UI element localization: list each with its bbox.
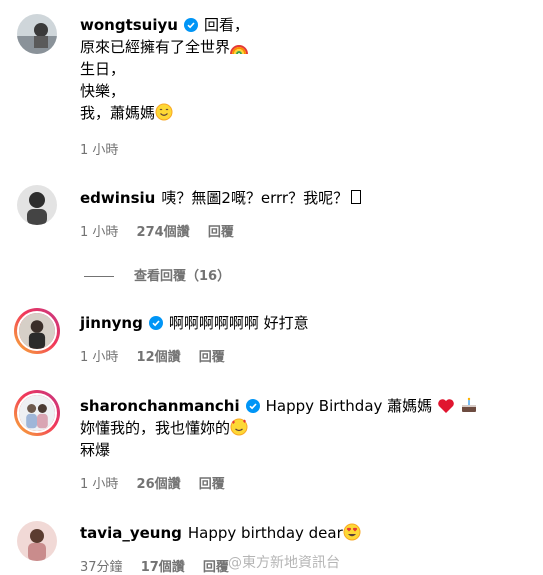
verified-badge-icon: [148, 316, 163, 330]
username[interactable]: edwinsiu: [80, 189, 155, 207]
avatar-image: [19, 395, 55, 431]
likes-count[interactable]: 26個讚: [137, 477, 181, 492]
timestamp: 1 小時: [80, 350, 119, 365]
comment-text-line: 原來已經擁有了全世界: [80, 38, 231, 56]
reply-button[interactable]: 回覆: [208, 225, 234, 240]
avatar[interactable]: [17, 185, 57, 225]
avatar[interactable]: [17, 521, 57, 561]
comment-text: 咦？無圖2嘅？errr？我呢？: [161, 189, 349, 207]
comment-text: 啊啊啊啊啊啊 好打意: [168, 314, 309, 332]
avatar-story-ring[interactable]: [14, 390, 60, 436]
divider: [84, 276, 114, 277]
comment-text-line: 快樂，: [80, 82, 126, 100]
heart-emoji: [438, 399, 454, 413]
verified-badge-icon: [183, 18, 198, 32]
comment-text-line: 冧爆: [80, 441, 111, 459]
comment-text-line: 妳懂我的，我也懂妳的: [80, 419, 231, 437]
comment-text: Happy Birthday 蕭媽媽: [265, 397, 433, 415]
view-replies-button[interactable]: 查看回覆（16）: [84, 265, 230, 284]
username[interactable]: sharonchanmanchi: [80, 397, 240, 415]
username[interactable]: jinnyng: [80, 314, 143, 332]
username[interactable]: wongtsuiyu: [80, 16, 178, 34]
likes-count[interactable]: 12個讚: [137, 350, 181, 365]
rainbow-emoji: [230, 45, 249, 55]
reply-button[interactable]: 回覆: [203, 560, 229, 575]
timestamp: 1 小時: [80, 143, 119, 158]
avatar: [17, 393, 57, 433]
heart-eyes-emoji: [343, 523, 361, 541]
reply-button[interactable]: 回覆: [199, 350, 225, 365]
verified-badge-icon: [245, 399, 260, 413]
avatar[interactable]: [17, 14, 57, 54]
timestamp: 1 小時: [80, 225, 119, 240]
comment-text-line: 回看，: [203, 16, 249, 34]
comment-text-line: 生日，: [80, 60, 126, 78]
timestamp: 37分鐘: [80, 560, 123, 575]
cake-emoji: [461, 397, 476, 412]
comment-text: Happy birthday dear: [187, 524, 343, 542]
likes-count[interactable]: 274個讚: [137, 225, 190, 240]
watermark: @東方新地資訊台: [228, 555, 340, 571]
avatar-image: [17, 521, 57, 561]
avatar-image: [17, 185, 57, 225]
view-replies-label: 查看回覆（16）: [134, 269, 231, 284]
smile-emoji: [155, 103, 173, 121]
avatar-story-ring[interactable]: [14, 308, 60, 354]
avatar-image: [19, 313, 55, 349]
love-face-emoji: [230, 418, 248, 436]
timestamp: 1 小時: [80, 477, 119, 492]
username[interactable]: tavia_yeung: [80, 524, 182, 542]
comment-text-line: 我，蕭媽媽: [80, 104, 156, 122]
reply-button[interactable]: 回覆: [199, 477, 225, 492]
missing-glyph-box: [351, 190, 362, 204]
avatar-image: [17, 14, 57, 54]
avatar: [17, 311, 57, 351]
likes-count[interactable]: 17個讚: [141, 560, 185, 575]
